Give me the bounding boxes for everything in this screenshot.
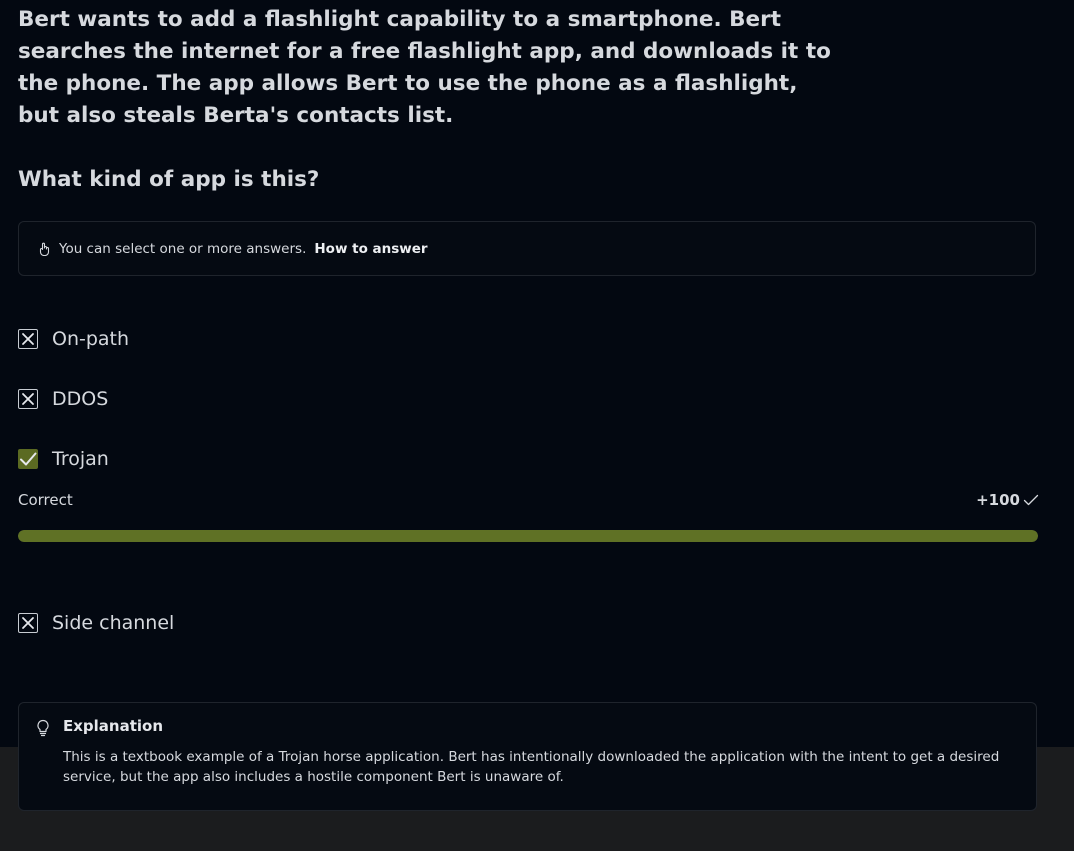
question-prompt: What kind of app is this? <box>18 167 320 192</box>
hint-box: You can select one or more answers. How … <box>18 221 1036 276</box>
option-label: Trojan <box>52 448 109 470</box>
x-icon <box>18 613 38 633</box>
score-progress-fill <box>18 530 1038 542</box>
x-icon <box>18 389 38 409</box>
explanation-title: Explanation <box>63 717 164 735</box>
question-text: Bert wants to add a flashlight capabilit… <box>18 7 831 128</box>
score-progress-bar <box>18 530 1038 542</box>
result-score: +100 <box>976 491 1039 509</box>
x-icon <box>18 329 38 349</box>
hand-pointer-icon <box>37 242 51 256</box>
lightbulb-icon <box>35 719 51 737</box>
option-ddos[interactable]: DDOS <box>18 386 108 412</box>
option-on-path[interactable]: On-path <box>18 326 129 352</box>
option-label: DDOS <box>52 388 109 410</box>
check-icon <box>1023 494 1039 506</box>
how-to-answer-link[interactable]: How to answer <box>314 241 427 257</box>
check-icon <box>18 449 38 469</box>
explanation-text: This is a textbook example of a Trojan h… <box>63 749 1000 785</box>
hint-text: You can select one or more answers. <box>59 240 307 257</box>
option-label: Side channel <box>52 612 175 634</box>
option-label: On-path <box>52 328 130 350</box>
option-trojan[interactable]: Trojan <box>18 446 109 472</box>
explanation-box: Explanation This is a textbook example o… <box>18 702 1037 811</box>
score-value: +100 <box>976 491 1020 509</box>
result-label: Correct <box>18 491 73 509</box>
option-side-channel[interactable]: Side channel <box>18 610 174 636</box>
